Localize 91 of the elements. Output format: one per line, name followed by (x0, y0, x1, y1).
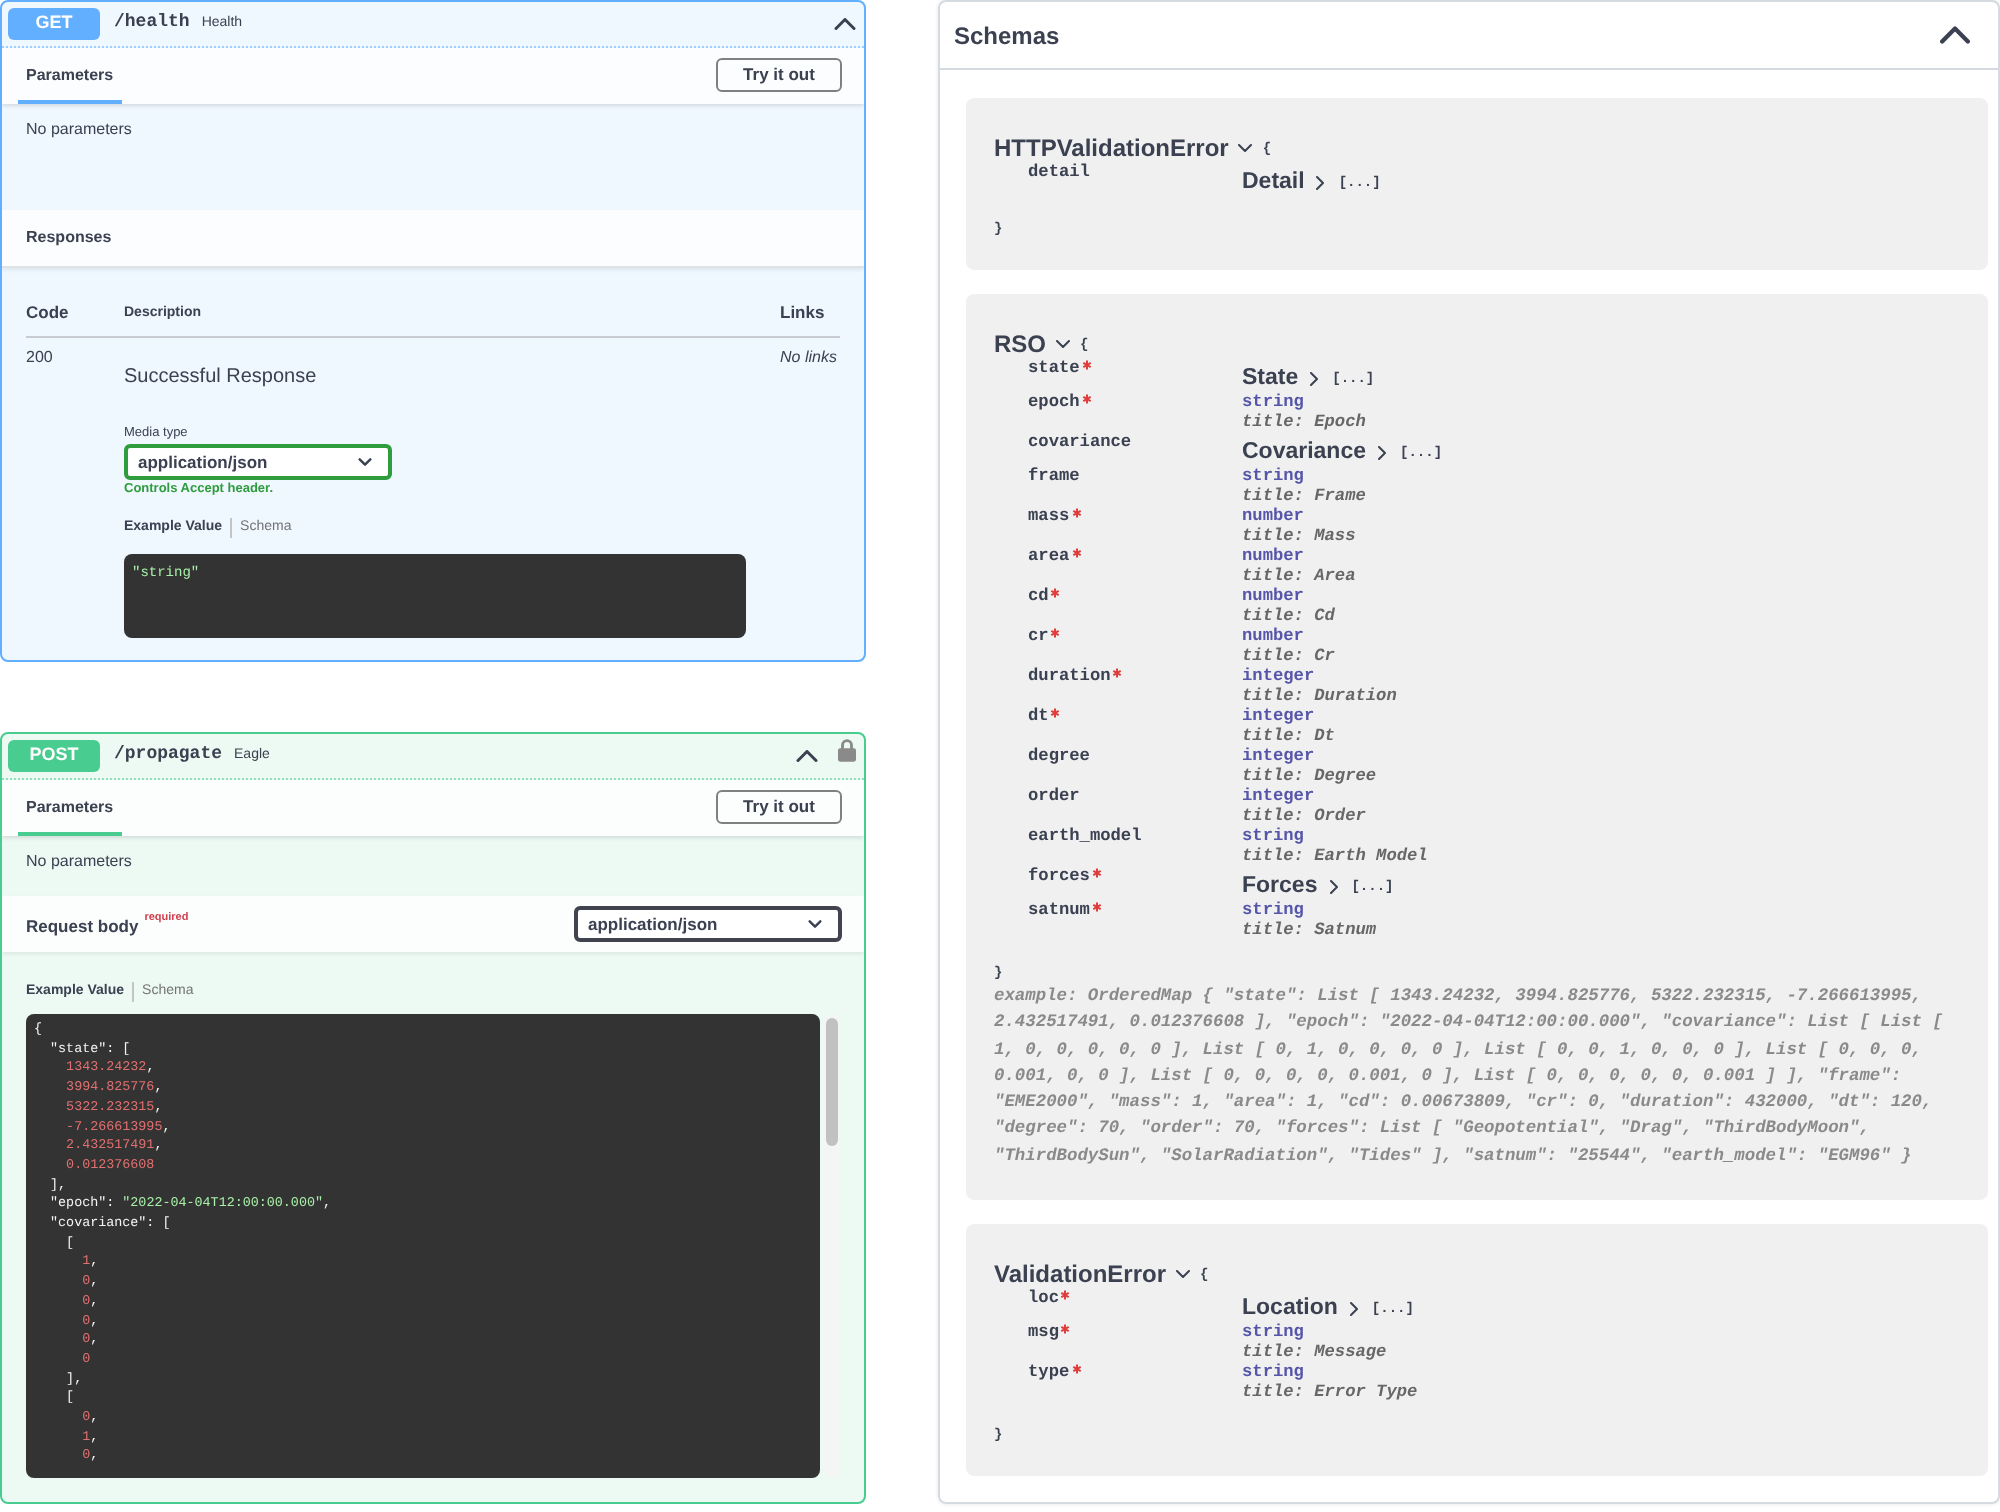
property-name: epoch (1028, 392, 1080, 412)
caret-icon (358, 458, 372, 466)
expand-icon[interactable] (1310, 371, 1319, 385)
caret-icon (808, 920, 822, 928)
property-type: string (1242, 466, 1304, 486)
response-description: Successful Response (124, 366, 317, 390)
property-title: title: Earth Model (1242, 846, 1428, 866)
property-title: title: Satnum (1242, 920, 1377, 940)
property-type: integer (1242, 786, 1315, 806)
no-parameters-text: No parameters (26, 852, 132, 872)
property-title: title: Epoch (1242, 412, 1366, 432)
property-type: string (1242, 1362, 1304, 1383)
model-name[interactable]: State (1242, 364, 1299, 392)
expand-icon[interactable] (1329, 879, 1338, 893)
property-type: number (1242, 626, 1304, 646)
property-name: dt (1028, 706, 1049, 726)
property-type: string (1242, 392, 1304, 412)
property-name: mass (1028, 506, 1070, 526)
property-type: string (1242, 900, 1304, 920)
collapse-icon[interactable] (796, 750, 818, 762)
property-name: cd (1028, 586, 1049, 606)
column-header: Code (26, 302, 71, 324)
property-name: order (1028, 786, 1080, 806)
expand-icon[interactable] (1378, 445, 1387, 459)
property-title: title: Degree (1242, 766, 1377, 786)
property-name: state (1028, 358, 1080, 378)
no-parameters-text: No parameters (26, 120, 132, 140)
property-name: detail (1028, 162, 1090, 182)
expand-icon[interactable] (1238, 144, 1253, 152)
expand-icon[interactable] (1056, 340, 1071, 348)
model-name[interactable]: Forces (1242, 872, 1318, 900)
property-name: type (1028, 1362, 1070, 1383)
example-text: example: OrderedMap { "state": List [ 1343.24232, 3994.825776, 5322.232315, -7.266613995, 2.432517491, 0.012376608 ], "epoch": "2022-04-04T12:00:00.000", "covariance": List [ List [ 1, 0, 0, 0, 0, 0 ], List [ 0, 1, 0, 0, 0, 0 ], List [ 0, 0, 1, 0, 0, 0 ], List [ 0, 0, 0, 0.001, 0, 0 ], List [ 0, 0, 0, 0, 0.001, 0 ], List [ 0, 0, 0, 0, 0, 0.001 ] ], "frame": "EME2000", "mass": 1, "area": 1, "cd": 0.00673809, "cr": 0, "duration": 432000, "dt": 120, "degree": 70, "order": 70, "forces": List [ "Geopotential", "Drag", "ThirdBodyMoon", "ThirdBodySun", "SolarRadiation", "Tides" ], "satnum": "25544", "earth_model": "EGM96" } (994, 984, 1945, 1170)
media-type-select[interactable]: application/json (124, 444, 392, 480)
property-name: earth_model (1028, 826, 1142, 846)
response-code: 200 (26, 348, 55, 370)
property-type: number (1242, 506, 1304, 526)
property-type: integer (1242, 706, 1315, 726)
property-title: title: Cr (1242, 646, 1335, 666)
property-name: cr (1028, 626, 1049, 646)
property-name: area (1028, 546, 1070, 566)
property-title: title: Frame (1242, 486, 1366, 506)
expand-icon[interactable] (1349, 1301, 1358, 1316)
request-body-heading: Request body (26, 915, 139, 937)
property-title: title: Error Type (1242, 1382, 1418, 1403)
property-name: loc (1028, 1288, 1059, 1309)
schemas-heading: Schemas (954, 19, 1060, 53)
method-badge: POST (8, 740, 100, 772)
property-type: number (1242, 546, 1304, 566)
property-title: title: Mass (1242, 526, 1356, 546)
property-type: number (1242, 586, 1304, 606)
response-links: No links (780, 348, 839, 370)
lock-icon[interactable] (838, 738, 856, 762)
property-type: string (1242, 1322, 1304, 1343)
property-name: satnum (1028, 900, 1090, 920)
property-type: string (1242, 826, 1304, 846)
scrollbar[interactable] (824, 1014, 840, 1478)
expand-icon[interactable] (1176, 1270, 1191, 1279)
column-header: Links (780, 302, 827, 324)
method-badge: GET (8, 8, 100, 40)
property-type: integer (1242, 746, 1315, 766)
model-title[interactable]: RSO (994, 330, 1047, 358)
property-title: title: Area (1242, 566, 1356, 586)
property-type: integer (1242, 666, 1315, 686)
property-name: covariance (1028, 432, 1132, 452)
model-name[interactable]: Detail (1242, 168, 1305, 196)
media-type-select[interactable]: application/json (574, 906, 842, 942)
endpoint-path: /health (114, 10, 190, 37)
model-title[interactable]: HTTPValidationError (994, 134, 1229, 162)
property-name: degree (1028, 746, 1090, 766)
property-name: msg (1028, 1322, 1059, 1343)
model-title[interactable]: ValidationError (994, 1260, 1167, 1289)
property-title: title: Order (1242, 806, 1366, 826)
property-title: title: Cd (1242, 606, 1335, 626)
endpoint-path: /propagate (114, 742, 223, 769)
try-it-out-button[interactable]: Try it out (716, 58, 842, 92)
collapse-icon[interactable] (1940, 26, 1970, 44)
property-title: title: Duration (1242, 686, 1397, 706)
responses-heading: Responses (26, 226, 112, 250)
property-name: forces (1028, 866, 1090, 886)
parameters-tab[interactable]: Parameters (18, 48, 122, 104)
property-name: frame (1028, 466, 1080, 486)
property-name: duration (1028, 666, 1111, 686)
try-it-out-button[interactable]: Try it out (716, 790, 842, 824)
property-title: title: Dt (1242, 726, 1335, 746)
model-name[interactable]: Location (1242, 1294, 1338, 1323)
property-title: title: Message (1242, 1342, 1387, 1363)
model-name[interactable]: Covariance (1242, 438, 1367, 466)
expand-icon[interactable] (1316, 175, 1325, 189)
collapse-icon[interactable] (834, 18, 856, 30)
parameters-tab[interactable]: Parameters (18, 780, 122, 836)
